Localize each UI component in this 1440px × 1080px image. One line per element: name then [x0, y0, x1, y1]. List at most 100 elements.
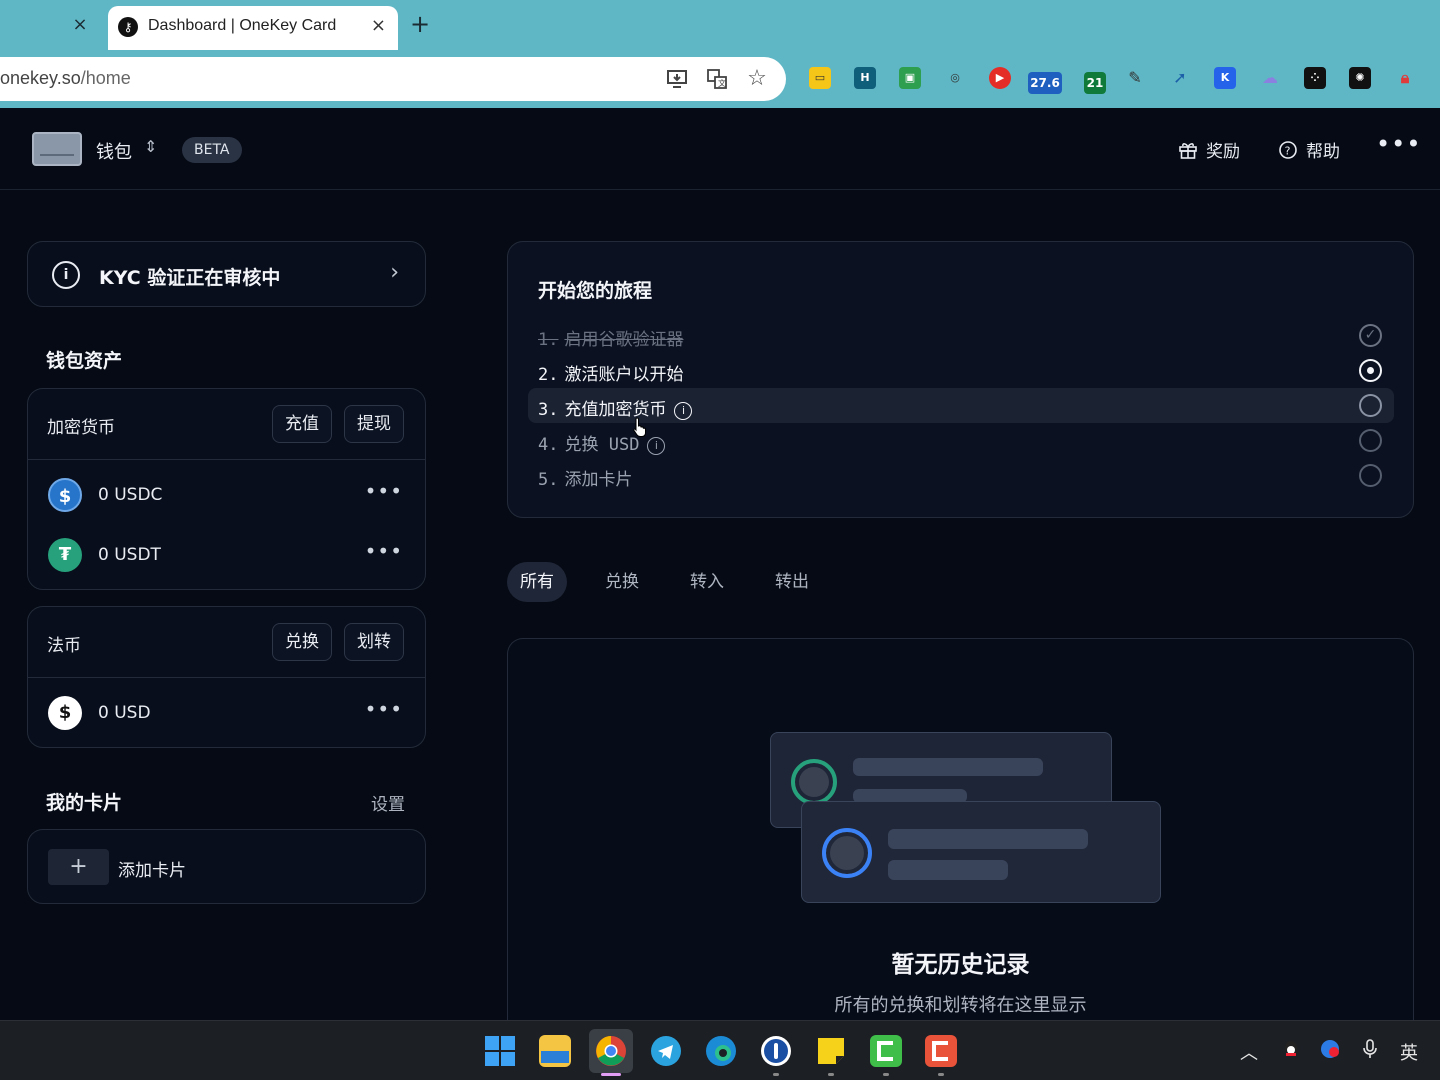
- install-app-icon[interactable]: [666, 68, 688, 90]
- pending-step-icon: [1359, 464, 1382, 487]
- tray-overflow-chevron-icon[interactable]: ︿: [1240, 1039, 1258, 1065]
- history-tab-transfer-out[interactable]: 转出: [762, 562, 822, 602]
- app-indicator: [828, 1073, 834, 1076]
- kyc-status-banner[interactable]: i KYC 验证正在审核中 ›: [27, 241, 426, 307]
- url-text[interactable]: onekey.so/home: [0, 68, 131, 89]
- usd-amount: 0 USD: [98, 703, 151, 723]
- info-icon: i: [52, 261, 80, 289]
- wallet-selector-label[interactable]: 钱包: [96, 138, 132, 164]
- url-path: /home: [80, 68, 131, 88]
- journey-step-4[interactable]: 4. 兑换 USD i: [528, 423, 1394, 458]
- cloud-extension-icon[interactable]: ☁: [1259, 67, 1281, 89]
- empty-state-title: 暂无历史记录: [891, 952, 1030, 978]
- app-indicator: [883, 1073, 889, 1076]
- rewards-button[interactable]: 奖励: [1178, 137, 1240, 162]
- journey-checklist: 开始您的旅程 1. 启用谷歌验证器 ✓ 2. 激活账户以开始 3. 充值加密货币 i 4…: [507, 241, 1414, 518]
- row-more-icon[interactable]: •••: [365, 479, 403, 503]
- edge-icon[interactable]: [705, 1035, 737, 1067]
- browser-tab-title: Dashboard | OneKey Card: [148, 17, 337, 34]
- wallet-card-thumbnail[interactable]: [32, 132, 82, 166]
- chevron-up-down-icon[interactable]: ⇕: [144, 137, 157, 156]
- camtasia-green-icon[interactable]: [870, 1035, 902, 1067]
- new-tab-button[interactable]: +: [410, 10, 430, 38]
- more-options-icon[interactable]: •••: [1376, 130, 1421, 158]
- k-extension-icon[interactable]: K: [1214, 67, 1236, 89]
- current-step-icon: [1359, 359, 1382, 382]
- pending-step-icon: [1359, 394, 1382, 417]
- windows-start-icon[interactable]: [484, 1035, 516, 1067]
- telegram-icon[interactable]: [650, 1035, 682, 1067]
- hubspot-extension-icon[interactable]: H: [854, 67, 876, 89]
- browser-tab-active[interactable]: ⚷ Dashboard | OneKey Card ×: [108, 6, 398, 50]
- hand-cursor-icon: [633, 417, 646, 437]
- svg-text:?: ?: [1285, 144, 1291, 157]
- usdc-icon: $: [48, 478, 82, 512]
- history-tab-all[interactable]: 所有: [507, 562, 567, 602]
- journey-step-3[interactable]: 3. 充值加密货币 i: [528, 388, 1394, 423]
- journey-step-2[interactable]: 2. 激活账户以开始: [528, 353, 1394, 388]
- youtube-extension-icon[interactable]: ▶: [989, 67, 1011, 89]
- check-circle-icon: ✓: [1359, 324, 1382, 347]
- journey-step-5[interactable]: 5. 添加卡片: [528, 458, 1394, 493]
- svg-text:文: 文: [718, 78, 726, 88]
- journey-step-1[interactable]: 1. 启用谷歌验证器 ✓: [528, 318, 1394, 353]
- notes-extension-icon[interactable]: ▭: [809, 67, 831, 89]
- help-circle-icon: ?: [1279, 140, 1297, 159]
- bookmark-star-icon[interactable]: ☆: [746, 68, 768, 90]
- close-tab-icon[interactable]: ×: [70, 13, 90, 37]
- row-more-icon[interactable]: •••: [365, 697, 403, 721]
- add-card-label: 添加卡片: [118, 861, 186, 881]
- step-number: 4.: [538, 435, 559, 455]
- os-taskbar: ︿ 英: [0, 1020, 1440, 1080]
- info-icon[interactable]: i: [674, 402, 693, 420]
- active-app-indicator: [601, 1073, 621, 1076]
- screen-extension-icon[interactable]: ▣: [899, 67, 921, 89]
- qq-tray-icon[interactable]: [1281, 1039, 1301, 1064]
- asset-row-usdt[interactable]: ₮ 0 USDT •••: [28, 525, 425, 585]
- pen-extension-icon[interactable]: ✎: [1124, 67, 1146, 89]
- step-number: 5.: [538, 470, 559, 490]
- address-bar[interactable]: onekey.so/home 文 ☆: [0, 57, 786, 101]
- row-more-icon[interactable]: •••: [365, 539, 403, 563]
- camtasia-red-icon[interactable]: [925, 1035, 957, 1067]
- pending-step-icon: [1359, 429, 1382, 452]
- notification-tray-icon[interactable]: [1320, 1039, 1340, 1064]
- close-tab-icon[interactable]: ×: [371, 15, 386, 36]
- browser-tab-strip: × ⚷ Dashboard | OneKey Card × +: [0, 0, 1440, 50]
- app-indicator: [773, 1073, 779, 1076]
- coin-extension-icon[interactable]: ◎: [944, 67, 966, 89]
- asset-row-usd[interactable]: $ 0 USD •••: [28, 683, 425, 743]
- cursor-extension-icon[interactable]: ➚: [1169, 67, 1191, 89]
- chevron-right-icon: ›: [390, 260, 399, 285]
- translate-icon[interactable]: 文: [706, 68, 728, 90]
- card-settings-link[interactable]: 设置: [371, 790, 405, 815]
- url-host: onekey.so: [0, 68, 81, 88]
- input-method-indicator[interactable]: 英: [1400, 1039, 1418, 1065]
- history-tab-exchange[interactable]: 兑换: [592, 562, 652, 602]
- okx-extension-icon[interactable]: ⁘: [1304, 67, 1326, 89]
- help-button[interactable]: ? 帮助: [1278, 137, 1340, 162]
- file-explorer-icon[interactable]: [539, 1035, 571, 1067]
- usdt-amount: 0 USDT: [98, 545, 161, 565]
- info-icon[interactable]: i: [647, 437, 666, 455]
- lock-extension-icon[interactable]: 🔒︎: [1394, 67, 1416, 89]
- withdraw-button[interactable]: 提现: [344, 405, 404, 443]
- history-tab-transfer-in[interactable]: 转入: [677, 562, 737, 602]
- chatgpt-extension-icon[interactable]: ✺: [1349, 67, 1371, 89]
- add-card-button[interactable]: + 添加卡片: [27, 829, 426, 904]
- crypto-assets-card: 加密货币 充值 提现 $ 0 USDC ••• ₮ 0 USDT •••: [27, 388, 426, 590]
- transfer-button[interactable]: 划转: [344, 623, 404, 661]
- microphone-icon[interactable]: [1361, 1039, 1379, 1064]
- weather-extension-badge[interactable]: 27.6: [1028, 72, 1062, 94]
- browser-toolbar: onekey.so/home 文 ☆ ▭ H ▣ ◎ ▶ 27.6 21 ✎ ➚…: [0, 50, 1440, 108]
- asset-row-usdc[interactable]: $ 0 USDC •••: [28, 465, 425, 525]
- 1password-icon[interactable]: [760, 1035, 792, 1067]
- exchange-button[interactable]: 兑换: [272, 623, 332, 661]
- step-number: 3.: [538, 400, 559, 420]
- chrome-taskbar-button[interactable]: [589, 1029, 633, 1073]
- mail-extension-badge[interactable]: 21: [1084, 72, 1106, 94]
- deposit-button[interactable]: 充值: [272, 405, 332, 443]
- sticky-notes-icon[interactable]: [815, 1035, 847, 1067]
- plus-icon: +: [48, 849, 109, 885]
- step-label: 充值加密货币: [564, 400, 667, 420]
